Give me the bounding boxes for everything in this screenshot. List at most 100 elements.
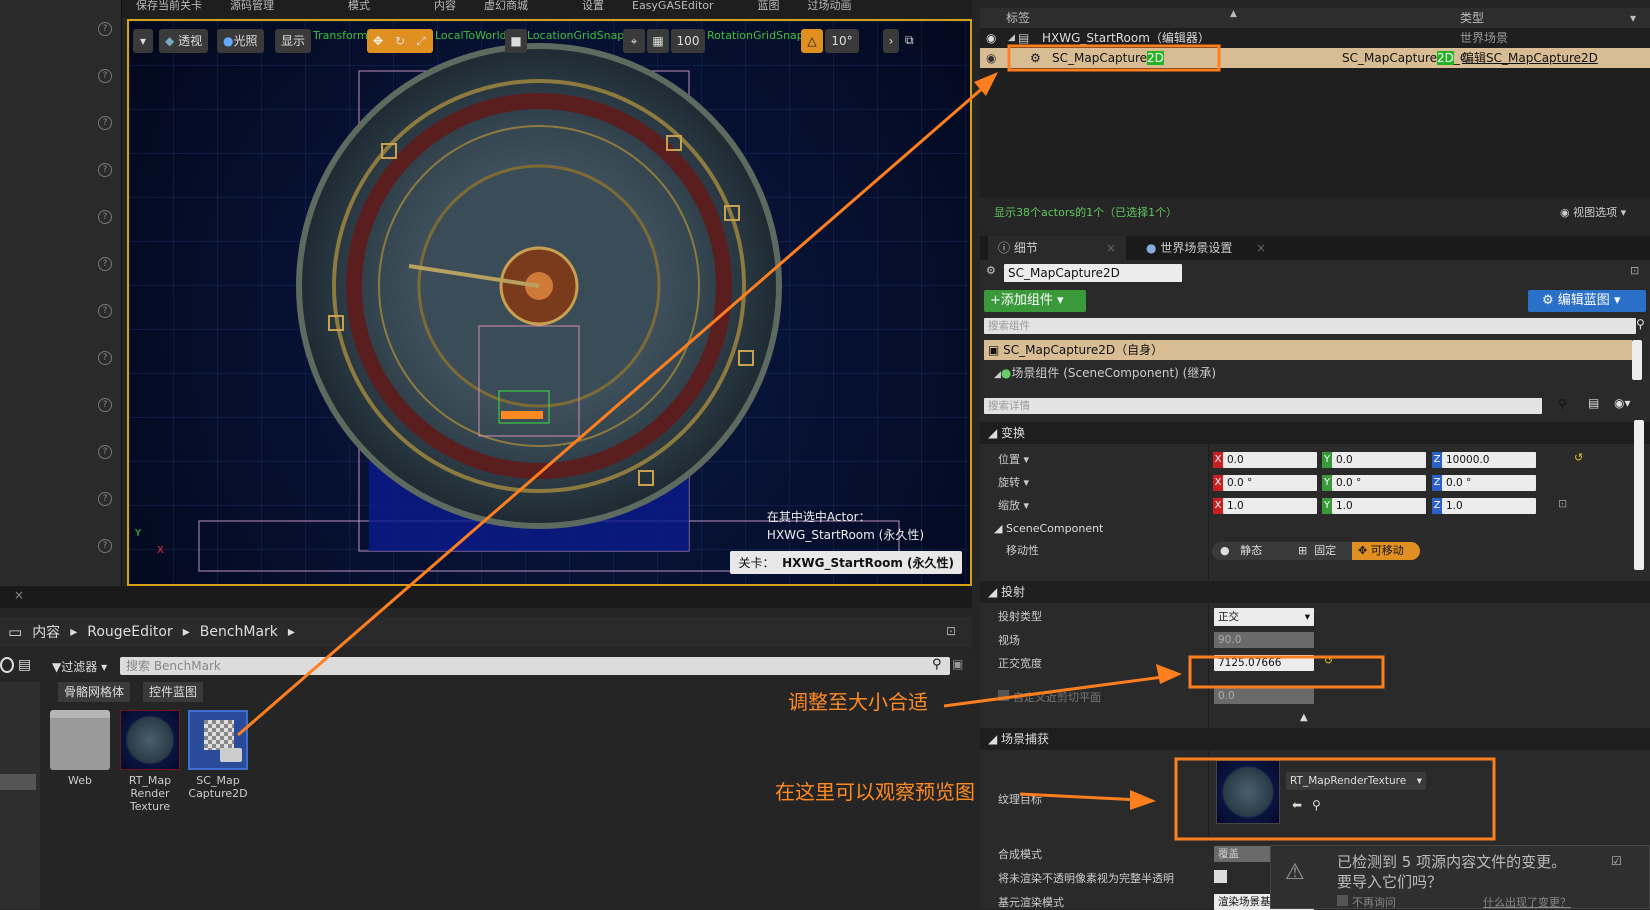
- toolbar-settings[interactable]: 设置: [542, 0, 618, 18]
- section-transform[interactable]: ◢ 变换: [980, 422, 1650, 444]
- projection-type-select[interactable]: 正交 ▾: [1214, 608, 1314, 626]
- lock-icon[interactable]: ⊡: [1630, 264, 1639, 277]
- close-tab-icon[interactable]: ×: [1106, 236, 1116, 260]
- world-local-toggle[interactable]: ■: [505, 29, 527, 53]
- location-y-field[interactable]: 0.0: [1332, 452, 1426, 468]
- label-location[interactable]: 位置 ▾: [998, 453, 1029, 467]
- maximize-viewport-icon[interactable]: ⧉: [905, 33, 914, 48]
- sources-toggle-icon[interactable]: [0, 657, 14, 673]
- rotation-y-field[interactable]: 0.0 °: [1332, 475, 1426, 491]
- help-icon[interactable]: ?: [98, 257, 112, 271]
- advanced-expand-icon[interactable]: ▲: [1300, 712, 1308, 723]
- mobility-stationary-option[interactable]: ⊞ 固定: [1292, 542, 1352, 560]
- list-view-icon[interactable]: ▤: [18, 657, 31, 673]
- tab-details[interactable]: ⓘ 细节 ×: [988, 236, 1126, 260]
- ortho-width-field[interactable]: 7125.07666: [1214, 655, 1314, 671]
- move-icon[interactable]: ✥: [367, 29, 389, 53]
- save-search-icon[interactable]: ▣: [952, 657, 963, 671]
- rotation-z-field[interactable]: 0.0 °: [1442, 475, 1536, 491]
- section-projection[interactable]: ◢ 投射: [980, 581, 1650, 603]
- reset-to-default-icon[interactable]: ↺: [1324, 654, 1333, 667]
- component-self-row[interactable]: ▣ SC_MapCapture2D（自身）: [984, 340, 1632, 360]
- toolbar-cinematics[interactable]: 过场动画: [794, 0, 866, 18]
- component-scene-row[interactable]: ◢●场景组件 (SceneComponent) (继承): [994, 364, 1216, 381]
- lock-icon[interactable]: ⊡: [946, 624, 956, 638]
- level-viewport[interactable]: Y X ▾ ◆ 透视 ●光照 显示 Transform ✥ ↻ ⤢ LocalToW…: [127, 19, 972, 586]
- location-z-field[interactable]: 10000.0: [1442, 452, 1536, 468]
- section-scenecomponent[interactable]: ◢ SceneComponent: [994, 522, 1103, 536]
- help-icon[interactable]: ?: [98, 445, 112, 459]
- column-type[interactable]: 类型: [1460, 8, 1484, 28]
- opaque-as-translucent-checkbox[interactable]: [1214, 870, 1227, 883]
- angle-snap-button[interactable]: △: [801, 29, 823, 53]
- help-icon[interactable]: ?: [98, 210, 112, 224]
- asset-tile-sc-map-capture2d[interactable]: SC_Map Capture2D: [188, 710, 248, 800]
- toolbar-easygas[interactable]: EasyGASEditor: [618, 0, 728, 18]
- reset-to-default-icon[interactable]: ↺: [1574, 451, 1583, 464]
- details-scrollbar[interactable]: [1634, 420, 1644, 570]
- help-icon[interactable]: ?: [98, 398, 112, 412]
- scale-z-field[interactable]: 1.0: [1442, 498, 1536, 514]
- outliner-row-world[interactable]: ◉ ◢ ▤ HXWG_StartRoom（编辑器） 世界场景: [980, 28, 1650, 48]
- label-scale[interactable]: 缩放 ▾: [998, 499, 1029, 513]
- help-icon[interactable]: ?: [98, 22, 112, 36]
- grid-size-dropdown[interactable]: 100: [671, 29, 705, 53]
- toolbar-blueprints[interactable]: 蓝图: [728, 0, 794, 18]
- viewport-more-button[interactable]: ›: [883, 29, 899, 53]
- help-icon[interactable]: ?: [98, 163, 112, 177]
- show-button[interactable]: 显示: [275, 29, 312, 53]
- asset-tile-rt-map-render-texture[interactable]: RT_Map Render Texture: [120, 710, 180, 813]
- edit-blueprint-button[interactable]: ⚙ 编辑蓝图 ▾: [1528, 290, 1646, 312]
- custom-clip-checkbox[interactable]: [998, 690, 1009, 701]
- outliner-row-sc-mapcapture2d[interactable]: ◉ ⚙ SC_MapCapture2D SC_MapCapture2D_C 编辑…: [980, 48, 1650, 68]
- chevron-down-icon[interactable]: ▾: [1630, 8, 1636, 28]
- content-search-input[interactable]: 搜索 BenchMark: [120, 657, 950, 675]
- lit-mode-button[interactable]: ●光照: [217, 29, 264, 53]
- close-tab-icon[interactable]: ×: [1256, 236, 1266, 260]
- view-options-button[interactable]: ◉ 视图选项 ▾: [1560, 200, 1626, 226]
- toolbar-modes[interactable]: 模式: [288, 0, 384, 18]
- eye-icon[interactable]: ◉: [986, 48, 996, 68]
- mobility-static-option[interactable]: ● 静态: [1212, 542, 1292, 560]
- help-icon[interactable]: ?: [98, 69, 112, 83]
- browse-asset-icon[interactable]: ⚲: [1312, 798, 1321, 812]
- scale-x-field[interactable]: 1.0: [1223, 498, 1317, 514]
- breadcrumb-rougeeditor[interactable]: RougeEditor: [87, 624, 172, 640]
- grid-snap-button[interactable]: ▦: [647, 29, 669, 53]
- transform-tools-group[interactable]: ✥ ↻ ⤢: [367, 29, 433, 53]
- eye-icon[interactable]: ◉▾: [1614, 396, 1631, 410]
- label-rotation[interactable]: 旋转 ▾: [998, 476, 1029, 490]
- location-x-field[interactable]: 0.0: [1223, 452, 1317, 468]
- help-icon[interactable]: ?: [98, 116, 112, 130]
- search-components-input[interactable]: 搜索组件: [984, 318, 1636, 334]
- viewport-options-button[interactable]: ▾: [133, 29, 153, 53]
- close-tab-icon[interactable]: ×: [14, 588, 24, 602]
- search-details-input[interactable]: 搜索详情: [984, 398, 1542, 414]
- breadcrumb-benchmark[interactable]: BenchMark: [200, 624, 278, 640]
- help-icon[interactable]: ?: [98, 304, 112, 318]
- help-icon[interactable]: ?: [98, 351, 112, 365]
- filter-chip-widget-blueprint[interactable]: 控件蓝图: [143, 682, 204, 702]
- grid-view-icon[interactable]: ▤: [1588, 396, 1599, 410]
- rotation-x-field[interactable]: 0.0 °: [1223, 475, 1317, 491]
- lock-scale-icon[interactable]: ⊡: [1558, 497, 1567, 510]
- dont-ask-checkbox[interactable]: [1337, 895, 1348, 906]
- filter-chip-skeletal-mesh[interactable]: 骨骼网格体: [58, 682, 131, 702]
- add-component-button[interactable]: +添加组件 ▾: [984, 290, 1086, 312]
- section-scene-capture[interactable]: ◢ 场景捕获: [980, 728, 1650, 750]
- use-selected-asset-icon[interactable]: ⬅: [1292, 798, 1302, 812]
- help-icon[interactable]: ?: [98, 539, 112, 553]
- toolbar-marketplace[interactable]: 虚幻商城: [470, 0, 542, 18]
- dont-ask-again-row[interactable]: 不再询问: [1337, 894, 1396, 910]
- scale-icon[interactable]: ⤢: [411, 29, 431, 53]
- tab-world-settings[interactable]: ● 世界场景设置 ×: [1136, 236, 1276, 260]
- scale-y-field[interactable]: 1.0: [1332, 498, 1426, 514]
- filters-dropdown[interactable]: ▼过滤器 ▾: [52, 658, 107, 675]
- sources-selected-row[interactable]: [0, 774, 36, 790]
- perspective-button[interactable]: ◆ 透视: [159, 29, 209, 53]
- breadcrumb-content[interactable]: 内容: [32, 622, 60, 642]
- what-changed-link[interactable]: 什么出现了变更？: [1483, 894, 1571, 910]
- actor-name-field[interactable]: SC_MapCapture2D: [1004, 264, 1182, 282]
- mobility-movable-option[interactable]: ✥ 可移动: [1352, 542, 1420, 560]
- accept-check-icon[interactable]: ☑: [1611, 854, 1622, 868]
